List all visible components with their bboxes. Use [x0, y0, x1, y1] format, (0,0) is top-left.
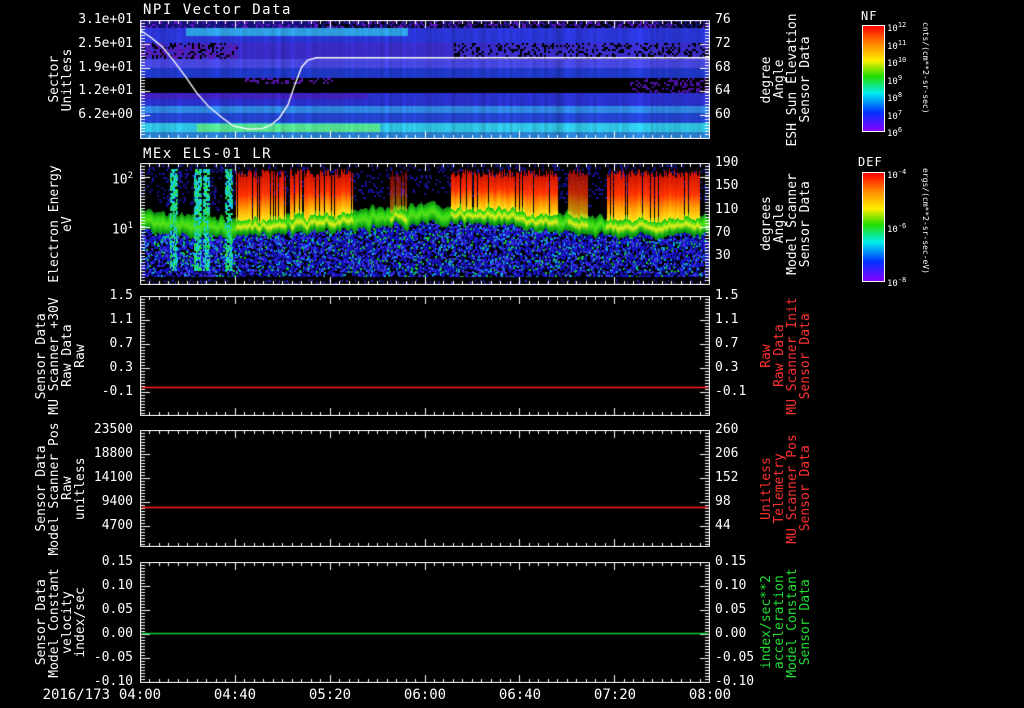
plot-page: NPI Vector Data MEx ELS-01 LR 3.1e+01 2.5… [0, 0, 1024, 708]
x-axis-tick-label: 08:00 [688, 687, 732, 703]
colorbar-tick-label: 108 [887, 91, 903, 104]
x-axis-tick-label: 06:00 [403, 687, 447, 703]
axis-title-line: degree [759, 56, 774, 103]
colorbar-def-unit: ergs/(cm**2-sr-sec-eV) [921, 168, 930, 274]
axis-title-line: Telemetry [772, 453, 787, 524]
colorbar-def-bar [862, 172, 885, 282]
axis-title-line: Raw [759, 344, 774, 368]
colorbar-nf-bar [862, 25, 885, 132]
axis-title-line: eV [60, 216, 75, 232]
axis-title-line: index/sec**2 [759, 575, 774, 670]
axis-title-line: unitless [73, 457, 88, 520]
colorbar-tick-label: 106 [887, 126, 903, 139]
panel-right-axis-title: Sensor Data MU Scanner Init Raw Data Raw [744, 297, 828, 414]
tick-label: 190 [715, 155, 739, 170]
panel-left-axis-title: Sensor Data Model Scanner Pos Raw unitless [6, 422, 116, 555]
colorbar-tick-label: 1011 [887, 38, 907, 52]
axis-title-line: Unitless [759, 457, 774, 520]
colorbar-nf-name: NF [861, 9, 878, 23]
colorbar-tick-label: 10-6 [887, 222, 907, 235]
panel-right-axis-title: Sensor Data MU Scanner Pos Telemetry Unitle… [744, 434, 828, 544]
tick-label: 0.15 [715, 554, 747, 569]
colorbar-def-name: DEF [858, 155, 883, 169]
axis-title-line: Sensor Data [798, 36, 813, 123]
colorbar-tick-label: 1010 [887, 56, 907, 69]
axis-title-line: Angle [772, 59, 787, 100]
x-axis-tick-label: 07:20 [593, 687, 637, 703]
x-axis-date-label: 2016/173 [42, 687, 110, 703]
axis-title-line: ESH Sun Elevation [785, 12, 800, 147]
axis-title-line: Sensor Data [798, 579, 813, 666]
axis-title-line: acceleration [772, 575, 787, 670]
axis-title-line: MU Scanner Init [785, 297, 800, 415]
panel-left-axis-title: Sector Unitless [6, 48, 116, 111]
colorbar-tick-label: 10-4 [887, 168, 907, 181]
x-axis-tick-label: 05:20 [308, 687, 352, 703]
axis-title-line: Angle [772, 204, 787, 244]
axis-title-line: Model Scanner [785, 173, 800, 275]
x-axis-tick-label: 04:40 [213, 687, 257, 703]
axis-title-line: Raw [73, 344, 88, 368]
axis-title-line: index/sec [73, 587, 88, 658]
axis-title-line: Model Constant [785, 567, 800, 678]
axis-title-line: Sensor Data [798, 445, 813, 532]
colorbar-tick-label: 1012 [887, 21, 907, 34]
x-axis-tick-label: 06:40 [498, 687, 542, 703]
panel-left-axis-title: Sensor Data Model Constant velocity index/s… [6, 568, 116, 678]
axis-title-line: Sensor Data [798, 312, 813, 400]
colorbar-tick-label: 107 [887, 108, 903, 122]
panel-right-axis-title: Sensor Data ESH Sun Elevation Angle degree [744, 13, 828, 146]
tick-label: 0.15 [101, 554, 133, 569]
colorbar-tick-label: 10-8 [887, 276, 907, 289]
tick-label: 3.1e+01 [78, 12, 133, 27]
colorbar-nf-unit: cnts/(cm**2-sr-sec) [921, 22, 930, 114]
panel-right-axis-title: Sensor Data Model Scanner Angle degrees [744, 173, 828, 275]
panel-left-axis-title: Electron Energy eV [6, 165, 116, 282]
panel-right-axis-title: Sensor Data Model Constant acceleration ind… [744, 568, 828, 678]
axis-title-line: Unitless [60, 48, 75, 111]
axis-title-line: Sensor Data [798, 180, 813, 268]
panel-left-axis-title: Sensor Data MU Scanner +30V Raw Data Raw [6, 297, 116, 414]
axis-title-line: MU Scanner Pos [785, 433, 800, 544]
colorbar-tick-label: 109 [887, 73, 903, 87]
x-axis-tick-label: 04:00 [118, 687, 162, 703]
axis-title-line: degrees [759, 196, 774, 252]
axis-title-line: Raw Data [772, 324, 787, 388]
